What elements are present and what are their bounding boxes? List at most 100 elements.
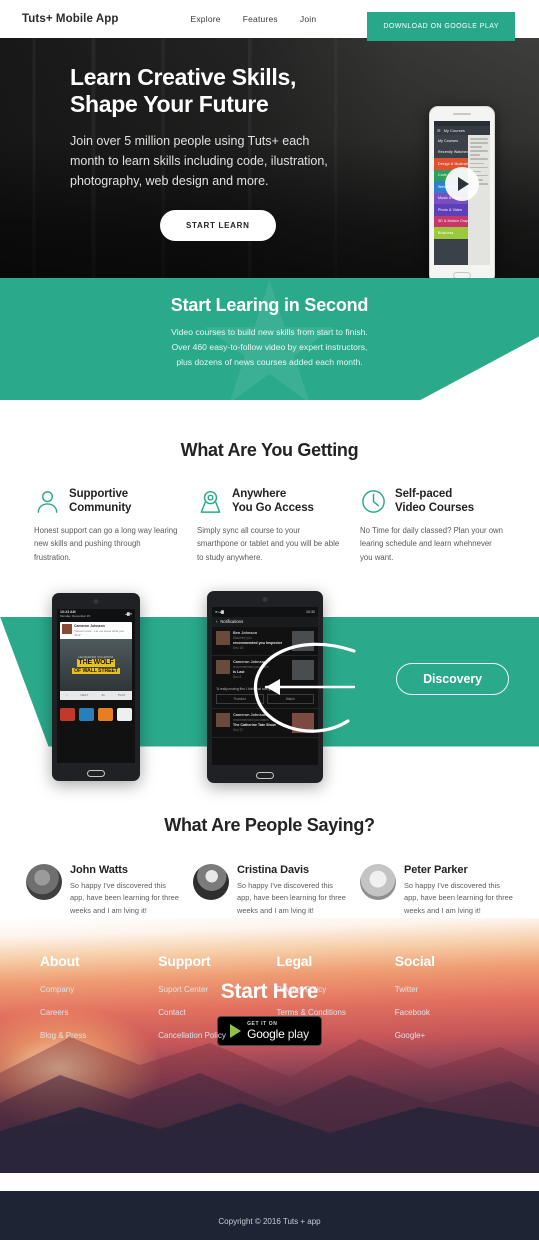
footer-heading: Legal — [276, 952, 313, 969]
feature-description: Simply sync all course to your smarthpon… — [197, 525, 340, 562]
footer-link-company[interactable]: Company — [40, 985, 74, 994]
notification-name: Cameron Johnson — [233, 712, 267, 717]
notification-title: recommended you Inspector — [233, 640, 283, 645]
footer-link-contact[interactable]: Contact — [158, 1008, 186, 1017]
footer-column-legal: Legal Privacy Policy Terms & Conditions — [277, 953, 381, 1048]
footer-links: Privacy Policy Terms & Conditions — [277, 979, 381, 1020]
phone-menu-item[interactable]: Photo & Video — [434, 204, 468, 216]
testimonials-row: John Watts So happy I've discovered this… — [0, 836, 539, 918]
testimonial-text: Peter Parker So happy I've discovered th… — [404, 864, 513, 918]
footer-columns: About Company Careers Blog & Press Suppo… — [0, 953, 539, 1048]
brand-logo[interactable]: Tuts+ Mobile App — [22, 13, 118, 25]
feature-name-line1: Self-paced — [395, 488, 453, 500]
control-play[interactable]: PLAY — [118, 693, 125, 697]
feature-name-line1: Supportive — [69, 488, 129, 500]
feature-header: Anywhere You Go Access — [197, 488, 342, 516]
feature-description: No Time for daily classed? Plan your own… — [360, 525, 504, 562]
feature-name: Supportive Community — [69, 488, 131, 516]
testimonial-peter-parker: Peter Parker So happy I've discovered th… — [360, 863, 513, 918]
footer-link-blog-press[interactable]: Blog & Press — [40, 1031, 86, 1040]
start-here-section: Start Here GET IT ON Google play About C… — [0, 917, 539, 1173]
nav-item-join[interactable]: Join — [300, 14, 316, 24]
footer-link-twitter[interactable]: Twitter — [395, 985, 419, 994]
phone-statusbar: ●○▴▇ 10:30 — [212, 606, 318, 617]
phone-screen: ●○▴▇ 10:30 ‹ Notifications Ben Johnson W… — [212, 606, 318, 765]
nav-item-features[interactable]: Features — [243, 14, 278, 24]
watch-button[interactable]: Watch — [266, 693, 314, 704]
feature-name-line2: You Go Access — [232, 501, 314, 514]
control-next[interactable]: NEXT — [80, 693, 88, 697]
nav-item-explore[interactable]: Explore — [190, 14, 220, 24]
notification-action: recommended you watch — [233, 664, 269, 669]
phone-menu-icon: ☰ — [437, 128, 441, 133]
copyright: Copyright © 2016 Tuts + app — [0, 1190, 539, 1240]
footer-link-cancellation-policy[interactable]: Cancellation Policy — [158, 1031, 226, 1040]
phone-menu-item[interactable]: Business — [434, 227, 468, 239]
control-info[interactable]: i — [67, 693, 68, 697]
app-icon[interactable] — [98, 707, 113, 721]
footer-link-terms-conditions[interactable]: Terms & Conditions — [277, 1008, 346, 1017]
discovery-button[interactable]: Discovery — [396, 662, 509, 695]
notification-title: Is Last — [233, 669, 245, 674]
footer-link-googleplus[interactable]: Google+ — [395, 1031, 425, 1040]
footer-column-support: Support Suport Center Contact Cancellati… — [158, 953, 262, 1048]
testimonial-quote: So happy I've discovered this app, have … — [404, 880, 513, 915]
list-item: Terms & Conditions — [277, 1002, 381, 1020]
list-item: Contact — [158, 1002, 262, 1020]
footer-link-support-center[interactable]: Suport Center — [158, 985, 208, 994]
notification-item[interactable]: Cameron Johnson recommended you watch Th… — [212, 707, 318, 738]
app-grid — [57, 703, 135, 726]
app-icon[interactable] — [60, 707, 75, 721]
phone-screen: 10:23 AM Monday, December 15 ▴▇● Cameron… — [57, 608, 135, 763]
testimonials-title: What Are People Saying? — [164, 814, 375, 835]
feature-description: Honest support can go a long way learing… — [34, 525, 178, 562]
app-icon[interactable] — [79, 707, 94, 721]
phone-speaker — [453, 113, 471, 115]
download-google-play-button[interactable]: DOWNLOAD ON GOOGLE PLAY — [367, 12, 515, 41]
hero-title-line2: Shape Your Future — [70, 90, 269, 117]
footer-column-about: About Company Careers Blog & Press — [40, 953, 144, 1048]
list-item: Blog & Press — [40, 1025, 144, 1043]
footer-link-facebook[interactable]: Facebook — [395, 1008, 430, 1017]
notification-quote: "Great movie - Let me know what you thin… — [74, 628, 124, 637]
player-controls[interactable]: i NEXT 5s PLAY — [60, 690, 132, 700]
feature-name: Anywhere You Go Access — [232, 488, 314, 516]
testimonial-name: Cristina Davis — [237, 863, 309, 876]
footer-link-careers[interactable]: Careers — [40, 1008, 68, 1017]
list-item: Company — [40, 979, 144, 997]
notification-item[interactable]: Ben Johnson Watched you recommended you … — [212, 627, 318, 656]
band-line-2: Over 460 easy-to-follow video by expert … — [171, 342, 368, 353]
start-learn-button[interactable]: START LEARN — [160, 209, 276, 241]
phone-camera — [93, 598, 99, 604]
back-icon[interactable]: ‹ — [216, 619, 217, 624]
hero-section: Learn Creative Skills, Shape Your Future… — [0, 38, 539, 278]
thumbnail — [292, 630, 314, 651]
band-text: Video courses to build new skills from s… — [0, 325, 539, 370]
movie-poster: LEONARDO DICAPRIO THE WOLF OF WALL STREE… — [60, 638, 132, 691]
discovery-phone-left: 10:23 AM Monday, December 15 ▴▇● Cameron… — [52, 592, 140, 781]
phone-menu-item[interactable]: 3D & Motion Graphics — [434, 215, 468, 227]
thanked-button[interactable]: Thanked — [216, 693, 264, 704]
phone-menu-item[interactable]: Recently Watched — [434, 146, 468, 158]
footer-heading: About — [40, 952, 80, 969]
footer-link-privacy-policy[interactable]: Privacy Policy — [277, 985, 327, 994]
list-item: Cancellation Policy — [158, 1025, 262, 1043]
play-icon[interactable] — [445, 167, 479, 202]
notification-name: Cameron Johnson — [74, 623, 105, 628]
testimonial-john-watts: John Watts So happy I've discovered this… — [26, 863, 179, 918]
notification-item[interactable]: Cameron Johnson recommended you watch Is… — [212, 656, 318, 684]
avatar — [62, 623, 72, 634]
testimonial-text: John Watts So happy I've discovered this… — [70, 864, 179, 918]
main-nav: Explore Features Join — [190, 14, 316, 24]
notification-title: The Catherine Tate Show — [233, 722, 276, 727]
testimonial-name: John Watts — [70, 863, 128, 876]
control-skip[interactable]: 5s — [102, 693, 105, 697]
list-item: Suport Center — [158, 979, 262, 997]
list-item: Careers — [40, 1002, 144, 1020]
app-icon[interactable] — [117, 707, 132, 721]
band-content: Start Learing in Second Video courses to… — [0, 278, 539, 370]
notifications-navbar: ‹ Notifications — [212, 616, 318, 627]
notification-name: Cameron Johnson — [233, 659, 267, 664]
phone-menu-item[interactable]: My Courses — [434, 135, 468, 147]
list-item: Twitter — [395, 979, 499, 997]
